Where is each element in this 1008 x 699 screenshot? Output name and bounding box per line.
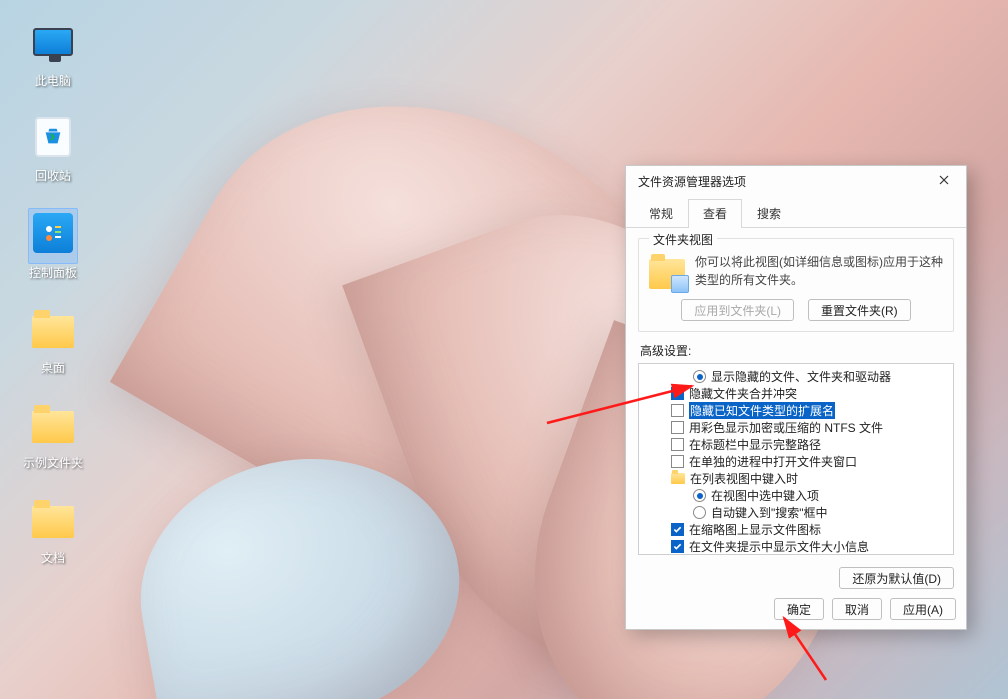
tab-general[interactable]: 常规: [634, 199, 688, 228]
tree-row[interactable]: 隐藏已知文件类型的扩展名: [639, 402, 953, 419]
tree-row[interactable]: 隐藏文件夹合并冲突: [639, 385, 953, 402]
reset-folders-button[interactable]: 重置文件夹(R): [808, 299, 911, 321]
checkbox-icon: [671, 404, 684, 417]
tree-row-label: 在标题栏中显示完整路径: [689, 436, 821, 453]
tree-row-label: 自动键入到"搜索"框中: [711, 504, 828, 521]
restore-defaults-button[interactable]: 还原为默认值(D): [839, 567, 954, 589]
tree-row-label: 在列表视图中键入时: [690, 470, 798, 487]
tree-row-label: 显示隐藏的文件、文件夹和驱动器: [711, 368, 891, 385]
folder-icon: [31, 402, 75, 446]
checkbox-icon: [671, 455, 684, 468]
checkbox-icon: [671, 421, 684, 434]
desktop-icon-folder-desktop[interactable]: 桌面: [16, 305, 90, 376]
tree-row[interactable]: 在标题栏中显示完整路径: [639, 436, 953, 453]
recycle-icon: [31, 115, 75, 159]
tree-row[interactable]: 在文件夹提示中显示文件大小信息: [639, 538, 953, 555]
folder-views-group: 文件夹视图 你可以将此视图(如详细信息或图标)应用于这种类型的所有文件夹。 应用…: [638, 238, 954, 332]
apply-button[interactable]: 应用(A): [890, 598, 956, 620]
tabs: 常规 查看 搜索: [626, 198, 966, 228]
folder-icon: [671, 473, 685, 484]
tree-row[interactable]: 用彩色显示加密或压缩的 NTFS 文件: [639, 419, 953, 436]
tree-row[interactable]: 在列表视图中键入时: [639, 470, 953, 487]
desktop-icon-folder-docs[interactable]: 文档: [16, 495, 90, 566]
advanced-label: 高级设置:: [640, 342, 952, 359]
radio-icon: [693, 489, 706, 502]
desktop-icon-label: 示例文件夹: [16, 454, 90, 471]
desktop-icon-label: 此电脑: [16, 72, 90, 89]
folder-icon: [31, 497, 75, 541]
desktop-icon-label: 控制面板: [16, 264, 90, 281]
desktop-icon-pc[interactable]: 此电脑: [16, 18, 90, 89]
group-legend: 文件夹视图: [649, 231, 717, 248]
tree-row-label: 在视图中选中键入项: [711, 487, 819, 504]
tree-row-label: 在单独的进程中打开文件夹窗口: [689, 453, 857, 470]
folder-options-dialog: 文件资源管理器选项 常规 查看 搜索 文件夹视图 你可以将此视图(如详细信息或图…: [625, 165, 967, 630]
tree-row-label: 用彩色显示加密或压缩的 NTFS 文件: [689, 419, 883, 436]
ok-button[interactable]: 确定: [774, 598, 824, 620]
checkbox-icon: [671, 387, 684, 400]
desktop-icon-label: 回收站: [16, 167, 90, 184]
close-button[interactable]: [930, 170, 958, 192]
folder-icon: [31, 307, 75, 351]
tree-row-label: 隐藏已知文件类型的扩展名: [689, 402, 835, 419]
titlebar: 文件资源管理器选项: [626, 166, 966, 196]
desktop-icon-label: 文档: [16, 549, 90, 566]
radio-icon: [693, 370, 706, 383]
cancel-button[interactable]: 取消: [832, 598, 882, 620]
checkbox-icon: [671, 523, 684, 536]
folder-views-text: 你可以将此视图(如详细信息或图标)应用于这种类型的所有文件夹。: [695, 253, 943, 289]
dialog-title: 文件资源管理器选项: [638, 173, 746, 190]
tree-row-label: 在文件夹提示中显示文件大小信息: [689, 538, 869, 555]
tree-row-label: 隐藏文件夹合并冲突: [689, 385, 797, 402]
apply-to-folders-button[interactable]: 应用到文件夹(L): [681, 299, 794, 321]
close-icon: [939, 174, 949, 188]
tree-row[interactable]: 在缩略图上显示文件图标: [639, 521, 953, 538]
desktop-icon-recycle[interactable]: 回收站: [16, 113, 90, 184]
tree-row-label: 在缩略图上显示文件图标: [689, 521, 821, 538]
folder-views-icon: [649, 259, 685, 289]
monitor-icon: [31, 20, 75, 64]
tree-row[interactable]: 自动键入到"搜索"框中: [639, 504, 953, 521]
controlpanel-icon: [31, 211, 75, 255]
tree-row[interactable]: 在单独的进程中打开文件夹窗口: [639, 453, 953, 470]
checkbox-icon: [671, 438, 684, 451]
checkbox-icon: [671, 540, 684, 553]
tab-search[interactable]: 搜索: [742, 199, 796, 228]
tab-view[interactable]: 查看: [688, 199, 742, 228]
advanced-settings-tree[interactable]: 显示隐藏的文件、文件夹和驱动器隐藏文件夹合并冲突隐藏已知文件类型的扩展名用彩色显…: [638, 363, 954, 555]
desktop-icon-folder-example[interactable]: 示例文件夹: [16, 400, 90, 471]
dialog-footer: 确定 取消 应用(A): [626, 589, 966, 629]
desktop-icon-control-panel[interactable]: 控制面板: [16, 208, 90, 281]
tree-row[interactable]: 显示隐藏的文件、文件夹和驱动器: [639, 368, 953, 385]
tree-row[interactable]: 在视图中选中键入项: [639, 487, 953, 504]
desktop-icon-label: 桌面: [16, 359, 90, 376]
radio-icon: [693, 506, 706, 519]
